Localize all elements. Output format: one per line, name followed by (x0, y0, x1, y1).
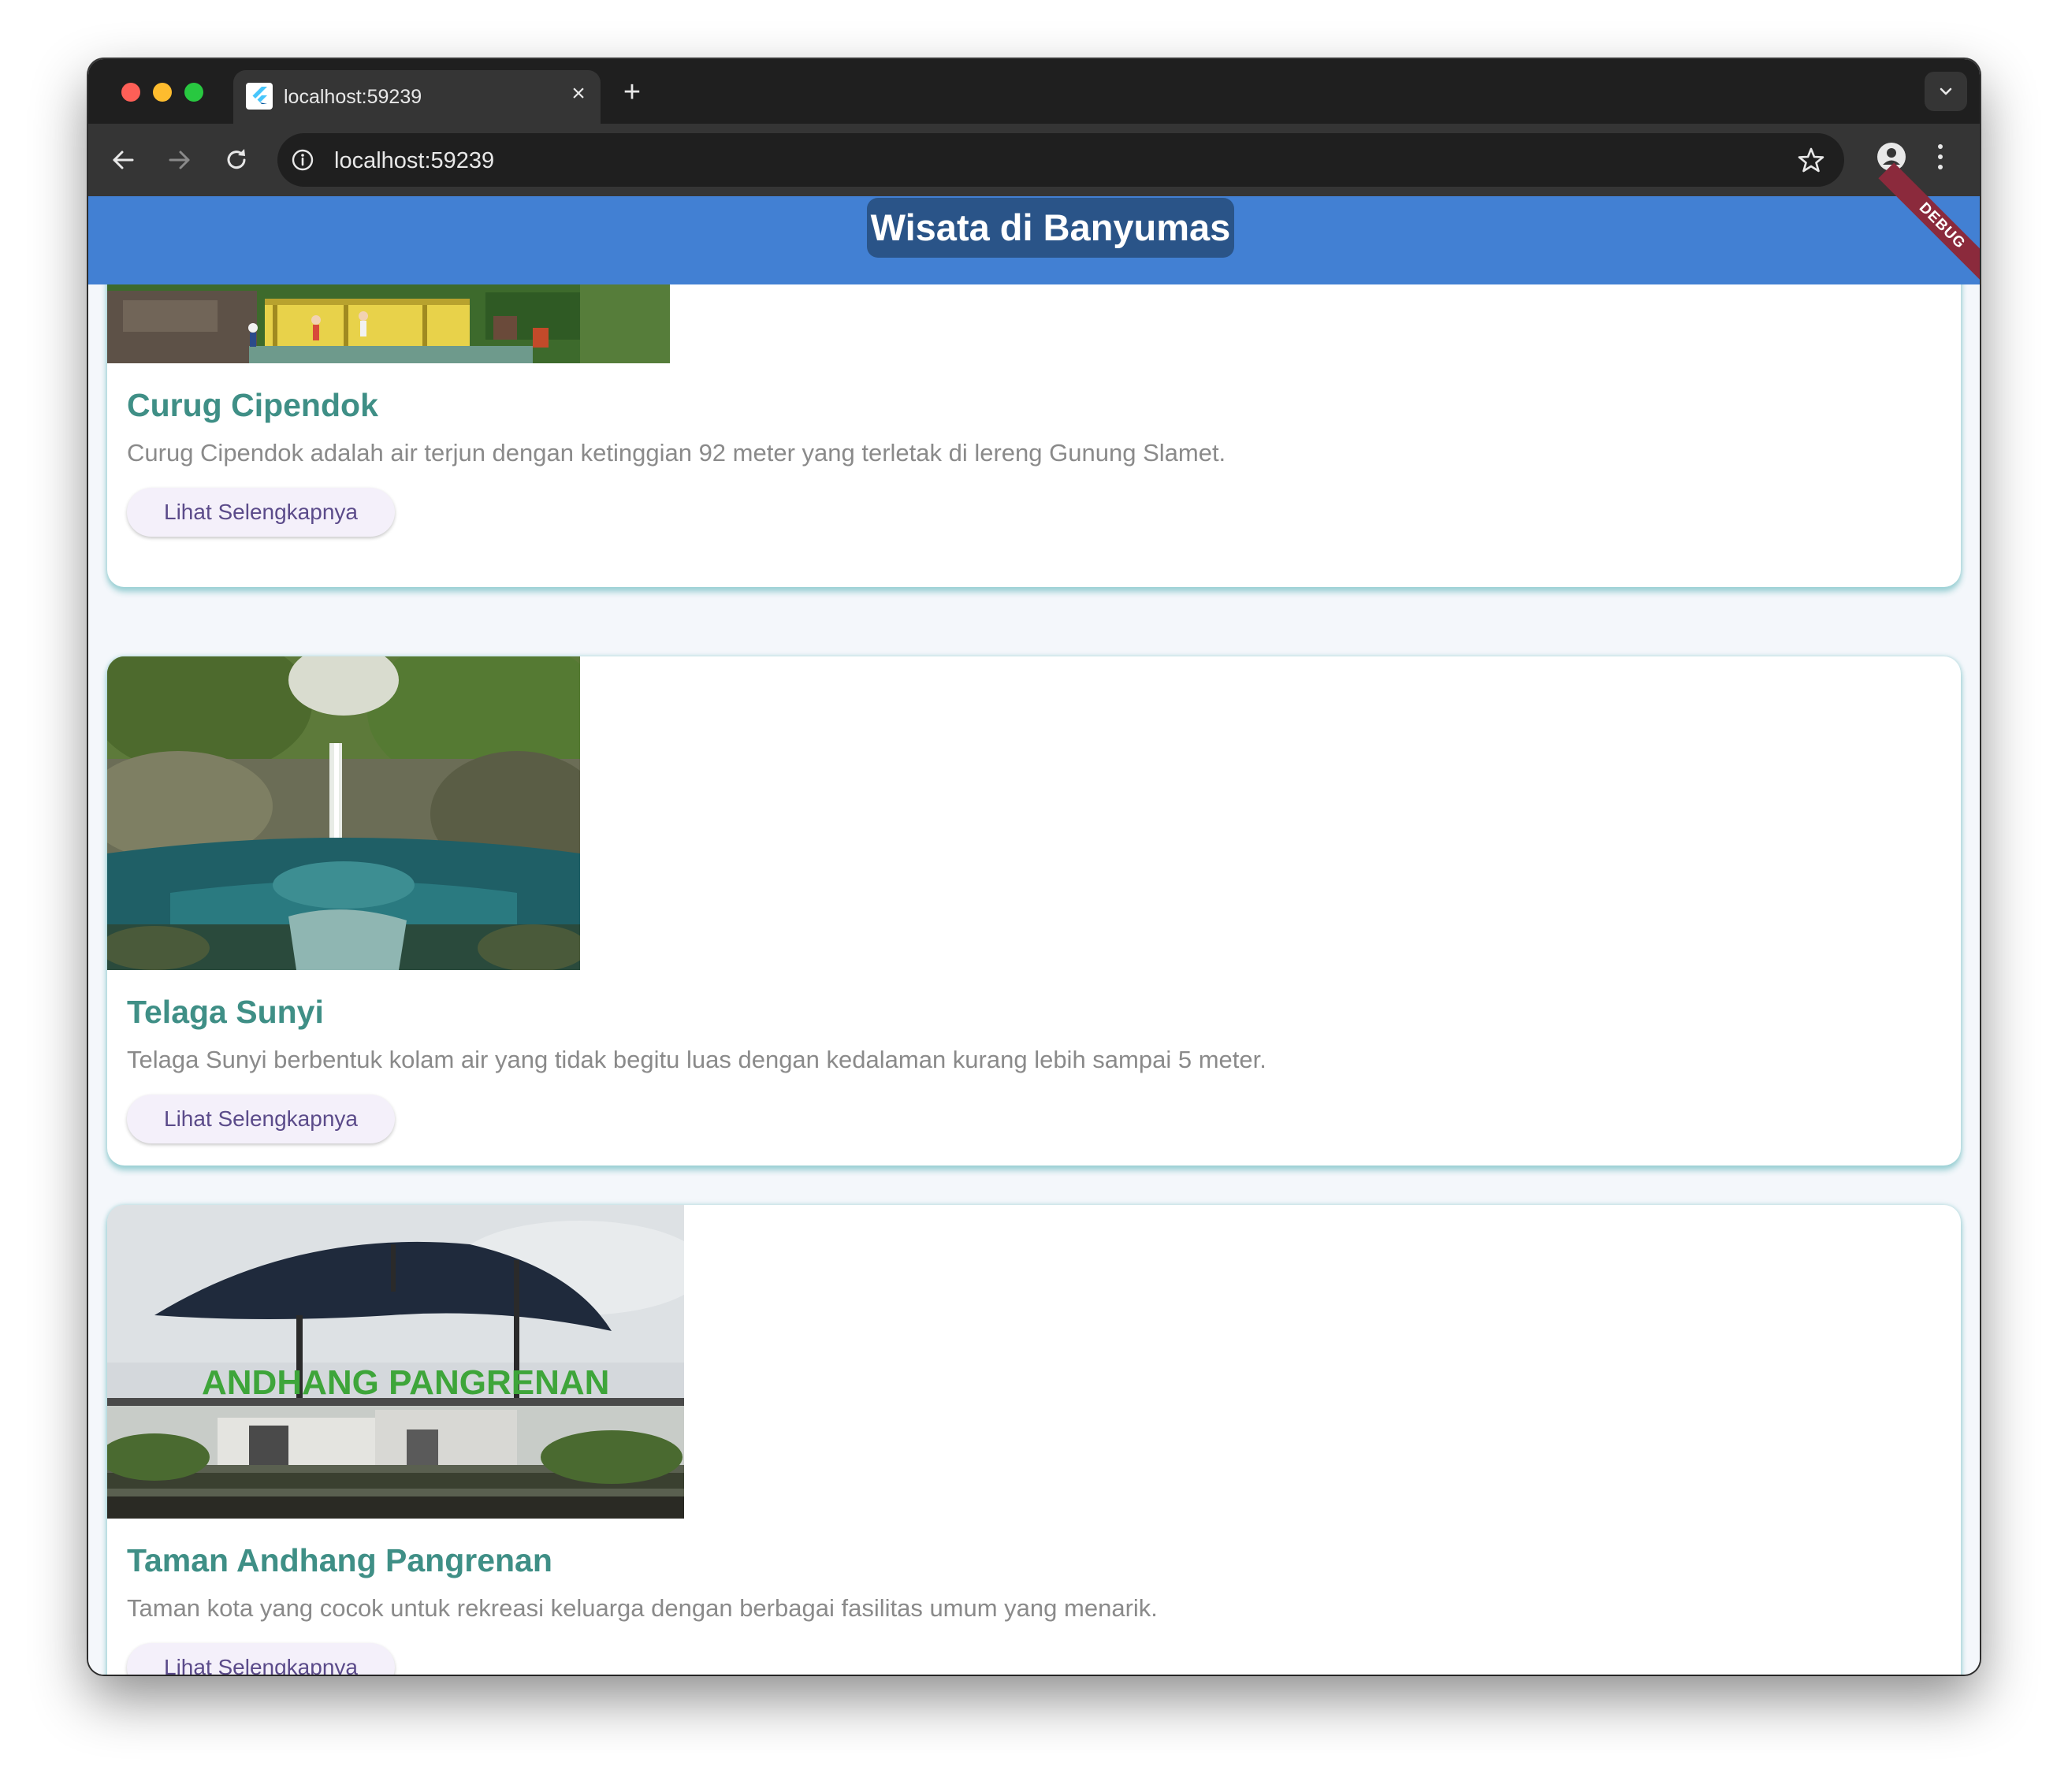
info-icon[interactable] (290, 147, 315, 173)
destination-card: Telaga Sunyi Telaga Sunyi berbentuk kola… (107, 656, 1961, 1166)
reload-icon (227, 149, 246, 169)
see-more-button[interactable]: Lihat Selengkapnya (127, 1095, 395, 1143)
destination-image (107, 284, 670, 363)
destination-image: ANDHANG PANGRENAN (107, 1205, 684, 1519)
flutter-favicon-icon (246, 83, 273, 110)
destination-description: Telaga Sunyi berbentuk kolam air yang ti… (127, 1046, 1266, 1073)
tab-search-button[interactable] (1925, 72, 1967, 111)
see-more-button[interactable]: Lihat Selengkapnya (127, 488, 395, 537)
back-button[interactable] (107, 144, 139, 176)
destination-title: Telaga Sunyi (127, 994, 324, 1030)
window-minimize-button[interactable] (153, 83, 172, 102)
browser-toolbar: localhost:59239 (88, 124, 1980, 196)
forward-button[interactable] (164, 144, 195, 176)
window-close-button[interactable] (121, 83, 140, 102)
address-text: localhost:59239 (334, 148, 495, 173)
tab-strip: localhost:59239 × + (88, 59, 1980, 124)
destination-image (107, 656, 580, 970)
app-bar: Wisata di Banyumas DEBUG (88, 162, 1980, 290)
destination-title: Taman Andhang Pangrenan (127, 1542, 552, 1578)
sign-left-text: ANDHANG PANGRENAN (202, 1363, 609, 1402)
destination-description: Taman kota yang cocok untuk rekreasi kel… (127, 1594, 1158, 1622)
see-more-button[interactable]: Lihat Selengkapnya (127, 1643, 395, 1675)
arrow-right-icon (169, 151, 190, 169)
kebab-icon[interactable] (1936, 143, 1945, 171)
browser-tab[interactable]: localhost:59239 × (233, 70, 601, 124)
destination-title: Curug Cipendok (127, 387, 378, 423)
destination-card: Curug Cipendok Curug Cipendok adalah air… (107, 284, 1961, 587)
reload-button[interactable] (221, 144, 252, 176)
browser-window: localhost:59239 × + localhost:59239 Wisa… (88, 59, 1980, 1675)
arrow-left-icon (113, 151, 134, 169)
address-bar[interactable]: localhost:59239 (277, 133, 1844, 187)
close-icon[interactable]: × (564, 80, 593, 108)
tab-title: localhost:59239 (284, 86, 422, 108)
star-icon[interactable] (1797, 146, 1825, 174)
plus-icon[interactable]: + (616, 76, 648, 108)
chevron-down-icon (1940, 87, 1952, 95)
destination-list[interactable]: Curug Cipendok Curug Cipendok adalah air… (88, 284, 1980, 1675)
page-title: Wisata di Banyumas (867, 198, 1234, 258)
window-zoom-button[interactable] (184, 83, 203, 102)
destination-description: Curug Cipendok adalah air terjun dengan … (127, 439, 1226, 467)
destination-card: ANDHANG PANGRENAN Taman Andhang Pangrena… (107, 1205, 1961, 1675)
